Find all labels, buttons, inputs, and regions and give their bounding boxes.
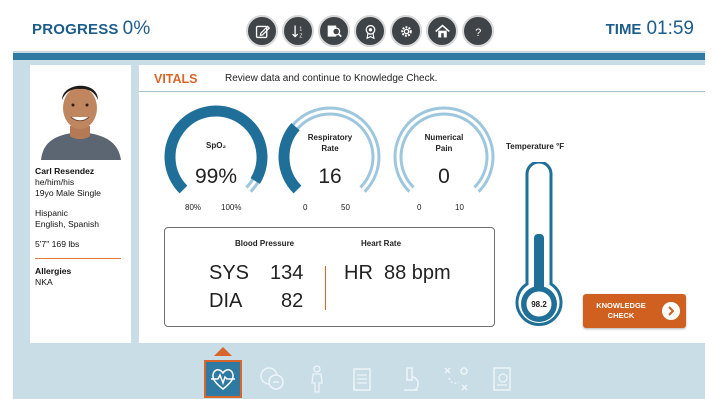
dia-label: DIA [209, 290, 243, 312]
respiratory-value: 16 [318, 165, 342, 188]
hr-value: HR 88 bpm [344, 262, 451, 284]
patient-pronouns: he/him/his [35, 177, 75, 187]
patient-height-weight: 5'7" 169 lbs [35, 239, 80, 249]
pain-value: 0 [438, 165, 450, 188]
spo2-label: SpO₂ [206, 141, 226, 150]
thermometer: 98.2 [515, 162, 563, 326]
document-icon [493, 367, 511, 391]
header-accent-bar [13, 53, 705, 60]
body-icon [311, 365, 323, 393]
sys-value: 134 [270, 262, 304, 284]
award-icon [365, 24, 375, 39]
strategy-icon [444, 367, 468, 391]
app-frame: PROGRESS 0% 1Z ? TIME 01:59 Carl Resende… [13, 9, 705, 399]
hr-label: Heart Rate [361, 239, 402, 248]
sort-icon: 1Z [291, 25, 302, 39]
nav-strategy[interactable] [437, 360, 475, 398]
top-header: PROGRESS 0% 1Z ? TIME 01:59 [13, 9, 705, 52]
thermometer-mercury [534, 234, 544, 292]
timer: TIME 01:59 [606, 18, 694, 40]
allergies-value: NKA [35, 277, 53, 287]
nav-microscope[interactable] [391, 360, 429, 398]
patient-demographics: 19yo Male Single [35, 188, 101, 198]
home-button[interactable] [426, 15, 458, 47]
nav-clipboard[interactable] [343, 360, 381, 398]
bp-hr-divider [325, 266, 326, 310]
respiratory-label-line1: Respiratory [307, 133, 353, 142]
sys-label: SYS [209, 262, 250, 284]
patient-ethnicity: Hispanic [35, 208, 68, 218]
bp-hr-box: Blood Pressure Heart Rate SYS 134 DIA 82… [164, 227, 495, 327]
search-person-icon [327, 25, 342, 37]
time-label: TIME [605, 21, 642, 38]
svg-text:1: 1 [299, 26, 302, 32]
settings-button[interactable] [390, 15, 422, 47]
arrow-right-icon [662, 302, 680, 320]
pain-gauge: Numerical Pain 0 0 10 [389, 101, 499, 213]
active-nav-indicator [214, 347, 232, 356]
respiratory-label-line2: Rate [321, 144, 339, 153]
svg-text:?: ? [475, 26, 481, 38]
respiratory-min: 0 [303, 203, 308, 212]
respiratory-max: 50 [341, 203, 350, 212]
knowledge-check-line1: KNOWLEDGE [596, 301, 646, 310]
toolbar: 1Z ? [246, 15, 494, 47]
knowledge-check-label: KNOWLEDGE CHECK [591, 301, 651, 321]
spo2-gauge: SpO₂ 99% 80% 100% [161, 101, 271, 213]
divider [35, 258, 121, 259]
notes-icon [255, 25, 270, 38]
time-value: 01:59 [646, 18, 694, 39]
progress-label: PROGRESS [32, 21, 119, 38]
chat-icon [260, 367, 284, 390]
sort-button[interactable]: 1Z [282, 15, 314, 47]
nav-chat[interactable] [253, 360, 291, 398]
gear-icon [400, 25, 412, 37]
spo2-max: 100% [221, 203, 242, 212]
allergies-label: Allergies [35, 266, 72, 276]
pain-label-line2: Pain [435, 144, 453, 153]
pain-max: 10 [455, 203, 464, 212]
patient-info: Carl Resendez he/him/his 19yo Male Singl… [35, 166, 127, 288]
search-person-button[interactable] [318, 15, 350, 47]
vitals-instruction: Review data and continue to Knowledge Ch… [225, 73, 438, 84]
patient-card: Carl Resendez he/him/his 19yo Male Singl… [30, 65, 131, 343]
nav-body[interactable] [298, 360, 336, 398]
patient-photo [33, 68, 128, 160]
knowledge-check-button[interactable]: KNOWLEDGE CHECK [583, 294, 686, 328]
progress-indicator: PROGRESS 0% [32, 18, 151, 40]
respiratory-rate-gauge: Respiratory Rate 16 0 50 [275, 101, 385, 213]
clipboard-icon [353, 368, 371, 391]
bp-label: Blood Pressure [235, 239, 295, 248]
microscope-icon [404, 367, 419, 391]
temperature-value: 98.2 [531, 300, 547, 309]
nav-document[interactable] [483, 360, 521, 398]
spo2-min: 80% [185, 203, 202, 212]
award-button[interactable] [354, 15, 386, 47]
pain-min: 0 [417, 203, 422, 212]
vitals-title: VITALS [154, 72, 198, 86]
pain-gauge-arc [393, 106, 495, 193]
spo2-value: 99% [194, 165, 238, 188]
help-icon: ? [475, 26, 481, 38]
dia-value: 82 [281, 290, 304, 312]
notes-button[interactable] [246, 15, 278, 47]
vitals-header: VITALS Review data and continue to Knowl… [139, 65, 705, 92]
patient-languages: English, Spanish [35, 219, 100, 229]
pain-label-line1: Numerical [424, 133, 464, 142]
temperature-label: Temperature °F [506, 142, 565, 151]
knowledge-check-line2: CHECK [607, 311, 635, 320]
progress-value: 0% [122, 18, 151, 39]
vitals-heart-icon [211, 369, 235, 390]
svg-text:Z: Z [299, 33, 302, 39]
spo2-gauge-arc [164, 105, 268, 194]
vitals-panel: VITALS Review data and continue to Knowl… [139, 65, 705, 343]
home-icon [434, 24, 450, 37]
patient-name: Carl Resendez [35, 166, 95, 176]
nav-vitals[interactable] [204, 360, 242, 398]
respiratory-gauge-arc [278, 106, 381, 194]
help-button[interactable]: ? [462, 15, 494, 47]
